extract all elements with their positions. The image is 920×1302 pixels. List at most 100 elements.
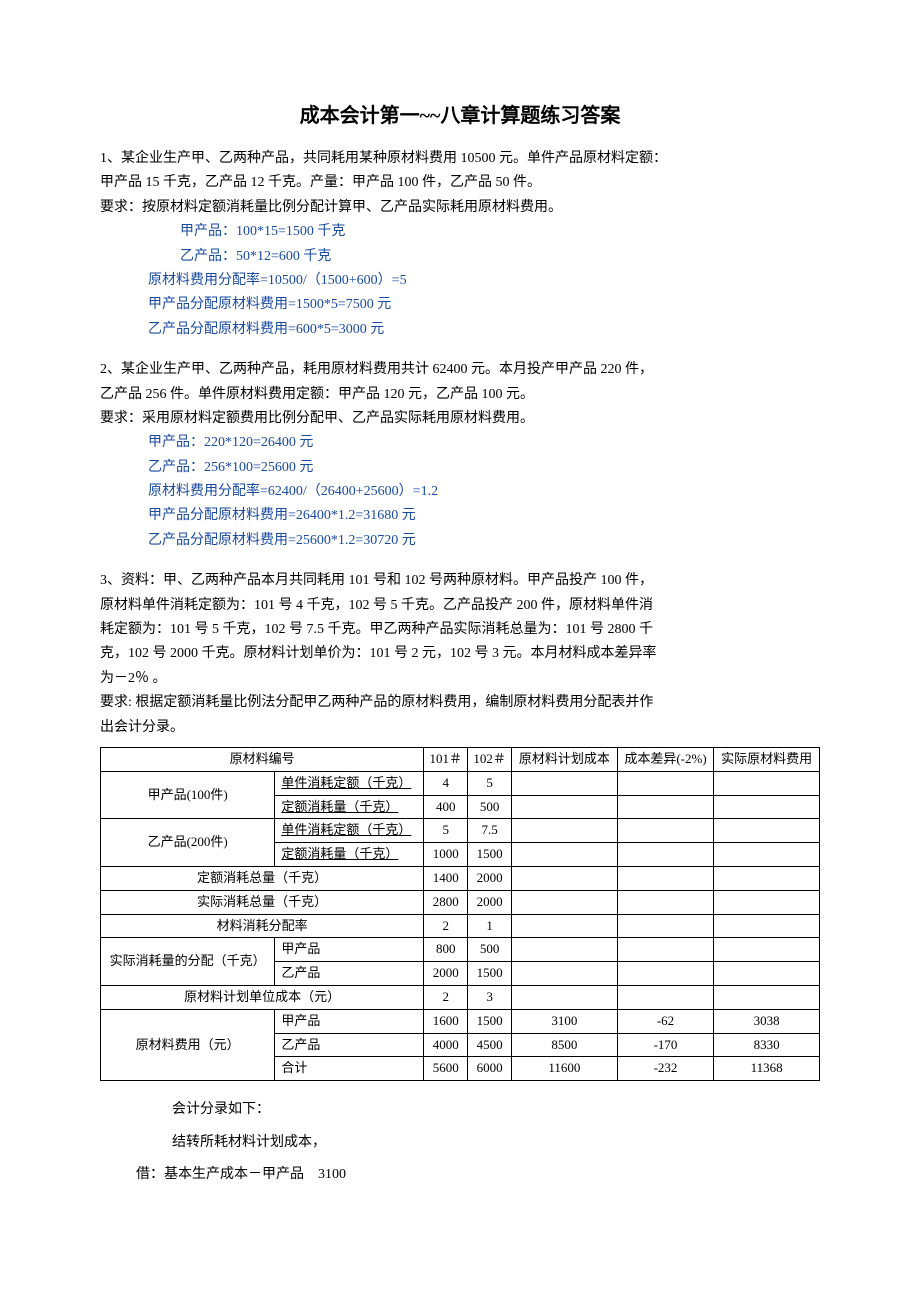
q3-line5: 为－2％ 。 — [100, 668, 820, 690]
q2-line2: 乙产品 256 件。单件原材料费用定额：甲产品 120 元，乙产品 100 元。 — [100, 384, 820, 406]
cell — [714, 819, 820, 843]
cell — [512, 985, 618, 1009]
cell: 3 — [468, 985, 512, 1009]
q2-answer5: 乙产品分配原材料费用=25600*1.2=30720 元 — [148, 530, 820, 552]
table-row: 实际消耗量的分配（千克） 甲产品 800 500 — [101, 938, 820, 962]
table-row: 实际消耗总量（千克） 2800 2000 — [101, 890, 820, 914]
q2-answer1: 甲产品：220*120=26400 元 — [148, 432, 820, 454]
unit-quota-b: 单件消耗定额（千克） — [275, 819, 424, 843]
cell — [714, 866, 820, 890]
cell: 11600 — [512, 1057, 618, 1081]
cell: 4500 — [468, 1033, 512, 1057]
unit-quota-a: 单件消耗定额（千克） — [275, 771, 424, 795]
cell: 4 — [424, 771, 468, 795]
q1-line2: 甲产品 15 千克，乙产品 12 千克。产量：甲产品 100 件，乙产品 50 … — [100, 172, 820, 194]
cell: 400 — [424, 795, 468, 819]
table-row: 甲产品(100件) 单件消耗定额（千克） 4 5 — [101, 771, 820, 795]
cell — [512, 938, 618, 962]
unit-cost-label: 原材料计划单位成本（元） — [101, 985, 424, 1009]
q2-answer4: 甲产品分配原材料费用=26400*1.2=31680 元 — [148, 505, 820, 527]
allocation-table: 原材料编号 101＃ 102＃ 原材料计划成本 成本差异(-2%) 实际原材料费… — [100, 747, 820, 1081]
cell: 5600 — [424, 1057, 468, 1081]
th-plan-cost: 原材料计划成本 — [512, 747, 618, 771]
table-row: 材料消耗分配率 2 1 — [101, 914, 820, 938]
cell: 3100 — [512, 1009, 618, 1033]
cell — [714, 914, 820, 938]
table-row: 原材料编号 101＃ 102＃ 原材料计划成本 成本差异(-2%) 实际原材料费… — [101, 747, 820, 771]
q3-line3: 耗定额为：101 号 5 千克，102 号 7.5 千克。甲乙两种产品实际消耗总… — [100, 619, 820, 641]
cell: 2000 — [468, 890, 512, 914]
quota-consume-b: 定额消耗量（千克） — [275, 843, 424, 867]
table-row: 原材料费用（元） 甲产品 1600 1500 3100 -62 3038 — [101, 1009, 820, 1033]
th-actual: 实际原材料费用 — [714, 747, 820, 771]
cell: 1500 — [468, 962, 512, 986]
q2-answer2: 乙产品：256*100=25600 元 — [148, 457, 820, 479]
q2-line3: 要求：采用原材料定额费用比例分配甲、乙产品实际耗用原材料费用。 — [100, 408, 820, 430]
rate-label: 材料消耗分配率 — [101, 914, 424, 938]
cell — [512, 914, 618, 938]
q3-line4: 克，102 号 2000 千克。原材料计划单价为：101 号 2 元，102 号… — [100, 643, 820, 665]
cell: 2 — [424, 985, 468, 1009]
cell: 11368 — [714, 1057, 820, 1081]
q1-answer4: 甲产品分配原材料费用=1500*5=7500 元 — [148, 294, 820, 316]
post-line1: 会计分录如下： — [172, 1099, 820, 1121]
cell: 7.5 — [468, 819, 512, 843]
q2-answer3: 原材料费用分配率=62400/（26400+25600）=1.2 — [148, 481, 820, 503]
fee-b: 乙产品 — [275, 1033, 424, 1057]
cell: 5 — [468, 771, 512, 795]
cell: 2800 — [424, 890, 468, 914]
q1-answer3: 原材料费用分配率=10500/（1500+600）=5 — [148, 270, 820, 292]
cell — [617, 771, 714, 795]
cell — [714, 890, 820, 914]
q3-line7: 出会计分录。 — [100, 717, 820, 739]
cell: 1400 — [424, 866, 468, 890]
q3-line1: 3、资料：甲、乙两种产品本月共同耗用 101 号和 102 号两种原材料。甲产品… — [100, 570, 820, 592]
q1-answer2: 乙产品：50*12=600 千克 — [180, 246, 820, 268]
cell: 1500 — [468, 1009, 512, 1033]
cell: 8330 — [714, 1033, 820, 1057]
q1-line1: 1、某企业生产甲、乙两种产品，共同耗用某种原材料费用 10500 元。单件产品原… — [100, 148, 820, 170]
q1-answer5: 乙产品分配原材料费用=600*5=3000 元 — [148, 319, 820, 341]
cell — [512, 771, 618, 795]
cell — [714, 795, 820, 819]
cell: 8500 — [512, 1033, 618, 1057]
cell — [617, 795, 714, 819]
cell — [512, 843, 618, 867]
cell: 3038 — [714, 1009, 820, 1033]
post-line3: 借：基本生产成本－甲产品 3100 — [136, 1164, 820, 1186]
alloc-label: 实际消耗量的分配（千克） — [101, 938, 275, 986]
quota-consume-a: 定额消耗量（千克） — [275, 795, 424, 819]
quota-total-label: 定额消耗总量（千克） — [101, 866, 424, 890]
cell — [714, 938, 820, 962]
th-101: 101＃ — [424, 747, 468, 771]
cell: 1000 — [424, 843, 468, 867]
table-row: 定额消耗总量（千克） 1400 2000 — [101, 866, 820, 890]
cell — [617, 866, 714, 890]
prod-b-label: 乙产品(200件) — [101, 819, 275, 867]
fee-total: 合计 — [275, 1057, 424, 1081]
cell: 500 — [468, 795, 512, 819]
table-row: 乙产品(200件) 单件消耗定额（千克） 5 7.5 — [101, 819, 820, 843]
cell: 1500 — [468, 843, 512, 867]
cell — [617, 819, 714, 843]
fee-a: 甲产品 — [275, 1009, 424, 1033]
cell — [617, 938, 714, 962]
cell: 1 — [468, 914, 512, 938]
page-title: 成本会计第一~~八章计算题练习答案 — [100, 100, 820, 132]
cell: 800 — [424, 938, 468, 962]
cell: -62 — [617, 1009, 714, 1033]
post-line2: 结转所耗材料计划成本， — [172, 1132, 820, 1154]
cell: -232 — [617, 1057, 714, 1081]
alloc-b: 乙产品 — [275, 962, 424, 986]
q3-line2: 原材料单件消耗定额为：101 号 4 千克，102 号 5 千克。乙产品投产 2… — [100, 595, 820, 617]
cell — [714, 962, 820, 986]
th-diff: 成本差异(-2%) — [617, 747, 714, 771]
cell: 500 — [468, 938, 512, 962]
cell: 1600 — [424, 1009, 468, 1033]
cell — [512, 890, 618, 914]
cell — [512, 795, 618, 819]
cell — [617, 962, 714, 986]
th-102: 102＃ — [468, 747, 512, 771]
cell — [714, 985, 820, 1009]
cell — [512, 819, 618, 843]
